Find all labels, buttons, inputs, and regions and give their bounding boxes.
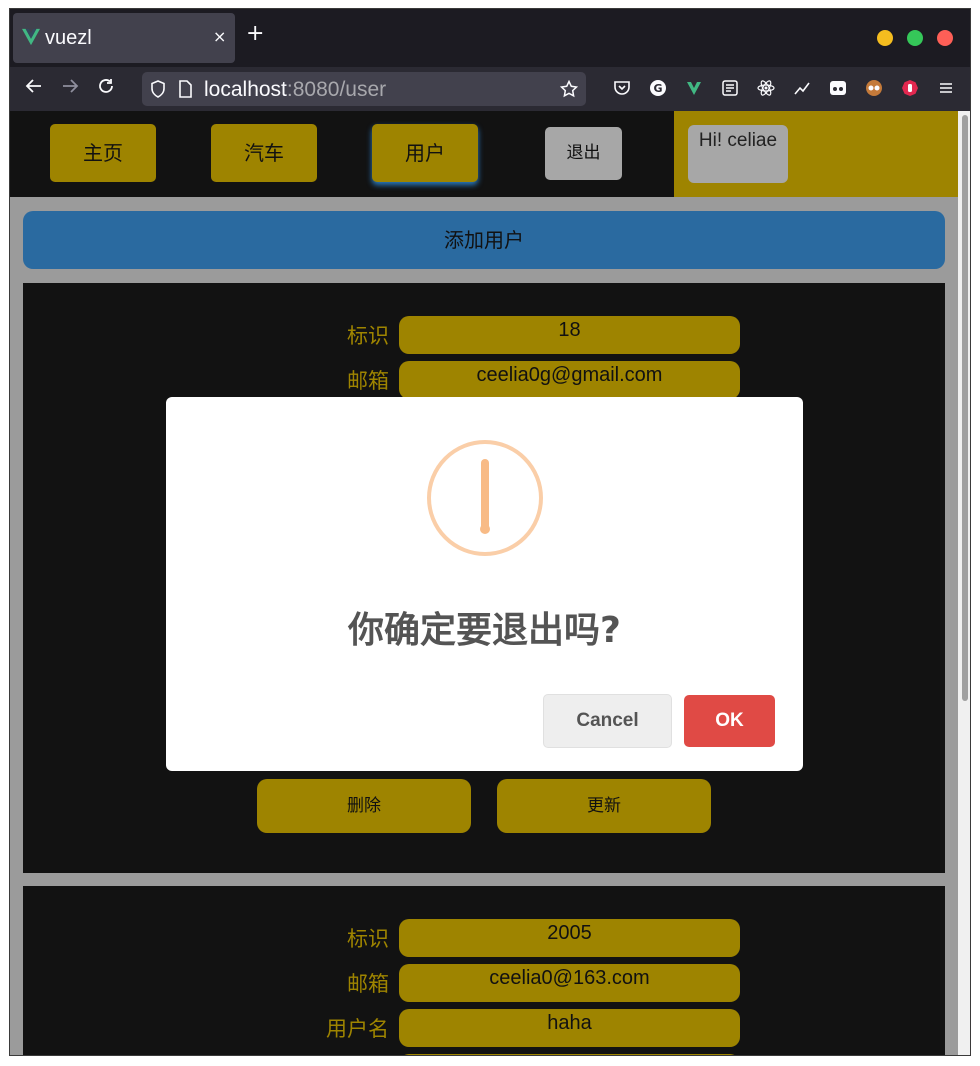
- id-field[interactable]: 18: [399, 316, 740, 354]
- field-row-email: 邮箱 ceelia0@163.com: [23, 964, 945, 1002]
- field-label: 标识: [347, 324, 389, 348]
- stop-hand-icon[interactable]: [900, 79, 920, 99]
- grammarly-icon[interactable]: G: [648, 79, 668, 99]
- pocket-icon[interactable]: [612, 79, 632, 99]
- add-user-button[interactable]: 添加用户: [23, 211, 945, 269]
- field-row-id: 标识 18: [23, 316, 945, 354]
- delete-button[interactable]: 删除: [257, 779, 471, 833]
- browser-window: vuezl × + localhost:8080/user G 主页 汽车 用户…: [9, 8, 971, 1056]
- confirm-dialog: 你确定要退出吗? Cancel OK: [166, 397, 803, 771]
- vue-devtools-icon[interactable]: [684, 79, 704, 99]
- robot-face-icon[interactable]: [828, 79, 848, 99]
- update-button[interactable]: 更新: [497, 779, 711, 833]
- minimize-button[interactable]: [877, 30, 893, 46]
- tracker-icon[interactable]: [792, 79, 812, 99]
- url-bar[interactable]: localhost:8080/user: [142, 72, 586, 106]
- close-tab-icon[interactable]: ×: [213, 27, 226, 46]
- id-field[interactable]: 2005: [399, 919, 740, 957]
- field-label: 用户名: [326, 1017, 389, 1041]
- nav-cars[interactable]: 汽车: [211, 124, 317, 182]
- cancel-button[interactable]: Cancel: [543, 694, 672, 748]
- dialog-title: 你确定要退出吗?: [348, 610, 621, 651]
- nav-home[interactable]: 主页: [50, 124, 156, 182]
- field-label: 标识: [347, 927, 389, 951]
- owl-icon[interactable]: [864, 79, 884, 99]
- ok-button[interactable]: OK: [684, 695, 775, 747]
- page-scrollbar[interactable]: [958, 111, 970, 1055]
- browser-tab[interactable]: vuezl ×: [13, 13, 235, 63]
- close-window-button[interactable]: [937, 30, 953, 46]
- reader-icon[interactable]: [720, 79, 740, 99]
- warning-icon: [427, 440, 543, 556]
- field-label: 邮箱: [347, 972, 389, 996]
- email-field[interactable]: ceelia0g@gmail.com: [399, 361, 740, 399]
- tab-strip: vuezl × +: [10, 9, 970, 67]
- new-tab-button[interactable]: +: [246, 23, 264, 45]
- card-actions: 删除 更新: [23, 779, 945, 833]
- page-icon[interactable]: [178, 80, 192, 98]
- navigation-toolbar: localhost:8080/user G: [10, 67, 970, 111]
- field-row-id: 标识 2005: [23, 919, 945, 957]
- field-row-email: 邮箱 ceelia0g@gmail.com: [23, 361, 945, 399]
- url-path: :8080/user: [286, 78, 387, 101]
- site-header: 主页 汽车 用户 退出 Hi! celiae: [10, 111, 958, 197]
- nav-users[interactable]: 用户: [372, 124, 478, 182]
- username-field[interactable]: haha: [399, 1009, 740, 1047]
- tab-title: vuezl: [45, 27, 92, 49]
- url-text: localhost:8080/user: [204, 78, 386, 102]
- maximize-button[interactable]: [907, 30, 923, 46]
- user-card: 标识 2005 邮箱 ceelia0@163.com 用户名 haha: [23, 886, 945, 1055]
- reload-icon[interactable]: [94, 77, 118, 101]
- shield-icon[interactable]: [150, 80, 166, 98]
- email-field[interactable]: ceelia0@163.com: [399, 964, 740, 1002]
- user-area: Hi! celiae: [674, 111, 958, 197]
- back-icon[interactable]: [22, 77, 46, 101]
- field-label: 邮箱: [347, 369, 389, 393]
- field-row-next: [23, 1054, 945, 1055]
- menu-icon[interactable]: [936, 79, 956, 99]
- vue-logo-icon: [22, 28, 40, 46]
- greeting-badge: Hi! celiae: [688, 125, 788, 183]
- next-field[interactable]: [399, 1054, 740, 1055]
- scrollbar-thumb[interactable]: [962, 115, 968, 701]
- field-row-username: 用户名 haha: [23, 1009, 945, 1047]
- react-devtools-icon[interactable]: [756, 79, 776, 99]
- bookmark-star-icon[interactable]: [560, 80, 578, 98]
- svg-text:G: G: [653, 82, 662, 95]
- forward-icon[interactable]: [58, 77, 82, 101]
- logout-button[interactable]: 退出: [545, 127, 622, 180]
- url-host: localhost: [204, 78, 287, 101]
